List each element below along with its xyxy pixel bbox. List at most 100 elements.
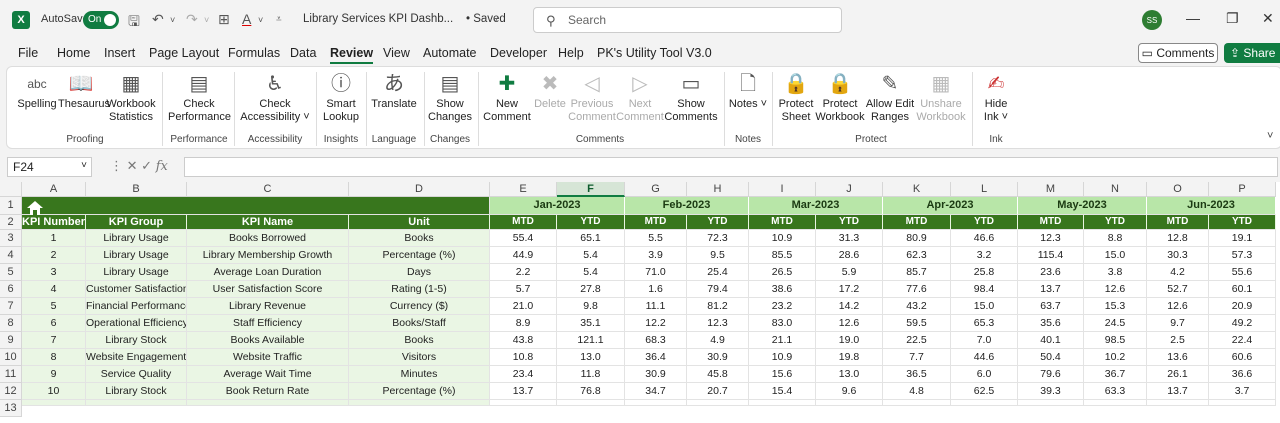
row-header-13[interactable]: 13: [0, 400, 22, 417]
table-cell[interactable]: 26.1: [1147, 366, 1209, 383]
table-cell[interactable]: 23.6: [1018, 264, 1084, 281]
share-button[interactable]: ⇪ Share: [1224, 43, 1280, 63]
column-header-h[interactable]: H: [687, 182, 749, 197]
tab-data[interactable]: Data: [290, 46, 316, 60]
table-cell[interactable]: 19.8: [816, 349, 883, 366]
table-cell[interactable]: 8.9: [490, 315, 557, 332]
tab-developer[interactable]: Developer: [490, 46, 547, 60]
table-cell[interactable]: 1: [22, 230, 86, 247]
table-cell[interactable]: 1.6: [625, 281, 687, 298]
table-cell[interactable]: Average Loan Duration: [187, 264, 349, 281]
column-header-n[interactable]: N: [1084, 182, 1147, 197]
table-cell[interactable]: 23.2: [749, 298, 816, 315]
table-cell[interactable]: 77.6: [883, 281, 951, 298]
tab-pk-utility-tool[interactable]: PK's Utility Tool V3.0: [597, 46, 712, 60]
table-cell[interactable]: 22.4: [1209, 332, 1276, 349]
collapse-ribbon-icon[interactable]: ˅: [1267, 130, 1273, 142]
insert-function-icon[interactable]: fx: [156, 159, 168, 174]
table-cell[interactable]: 36.5: [883, 366, 951, 383]
table-cell[interactable]: 4.2: [1147, 264, 1209, 281]
table-cell[interactable]: 81.2: [687, 298, 749, 315]
smart-lookup-button[interactable]: ⓘ Smart Lookup: [320, 72, 362, 124]
table-cell[interactable]: 63.3: [1084, 383, 1147, 400]
table-cell[interactable]: 76.8: [557, 383, 625, 400]
table-cell[interactable]: 65.3: [951, 315, 1018, 332]
table-cell[interactable]: Library Usage: [86, 264, 187, 281]
table-cell[interactable]: 44.9: [490, 247, 557, 264]
table-cell[interactable]: Percentage (%): [349, 247, 490, 264]
table-cell[interactable]: 3.9: [625, 247, 687, 264]
next-comment-button[interactable]: ▷ Next Comment: [616, 72, 664, 124]
table-cell[interactable]: 10.9: [749, 349, 816, 366]
table-cell[interactable]: 36.4: [625, 349, 687, 366]
undo-dropdown-icon[interactable]: ˅: [170, 15, 175, 25]
table-cell[interactable]: 59.5: [883, 315, 951, 332]
table-cell[interactable]: 39.3: [1018, 383, 1084, 400]
column-header-j[interactable]: J: [816, 182, 883, 197]
column-header-p[interactable]: P: [1209, 182, 1276, 197]
tab-insert[interactable]: Insert: [104, 46, 135, 60]
row-header-9[interactable]: 9: [0, 332, 22, 349]
table-cell[interactable]: 13.0: [816, 366, 883, 383]
table-cell[interactable]: 15.6: [749, 366, 816, 383]
table-cell[interactable]: 30.3: [1147, 247, 1209, 264]
name-box[interactable]: F24 ˅: [7, 157, 92, 177]
table-cell[interactable]: Library Stock: [86, 332, 187, 349]
protect-sheet-button[interactable]: 🔒 Protect Sheet: [776, 72, 816, 124]
table-cell[interactable]: [951, 400, 1018, 406]
table-cell[interactable]: 5.9: [816, 264, 883, 281]
table-cell[interactable]: 4.9: [687, 332, 749, 349]
table-cell[interactable]: 83.0: [749, 315, 816, 332]
table-cell[interactable]: 20.9: [1209, 298, 1276, 315]
row-header-11[interactable]: 11: [0, 366, 22, 383]
formula-input[interactable]: [184, 157, 1278, 177]
row-header-10[interactable]: 10: [0, 349, 22, 366]
table-cell[interactable]: Currency ($): [349, 298, 490, 315]
table-cell[interactable]: 5.7: [490, 281, 557, 298]
table-cell[interactable]: 13.7: [1147, 383, 1209, 400]
table-cell[interactable]: 27.8: [557, 281, 625, 298]
table-cell[interactable]: 17.2: [816, 281, 883, 298]
tab-review[interactable]: Review: [330, 46, 374, 64]
tab-home[interactable]: Home: [57, 46, 90, 60]
table-cell[interactable]: Days: [349, 264, 490, 281]
select-all-corner[interactable]: [0, 182, 22, 197]
table-cell[interactable]: 12.3: [687, 315, 749, 332]
row-header-6[interactable]: 6: [0, 281, 22, 298]
table-cell[interactable]: 21.0: [490, 298, 557, 315]
tab-view[interactable]: View: [383, 46, 410, 60]
table-cell[interactable]: [490, 400, 557, 406]
table-cell[interactable]: [86, 400, 187, 406]
table-cell[interactable]: 68.3: [625, 332, 687, 349]
tab-automate[interactable]: Automate: [423, 46, 477, 60]
protect-workbook-button[interactable]: 🔒 Protect Workbook: [814, 72, 866, 124]
table-cell[interactable]: Service Quality: [86, 366, 187, 383]
table-cell[interactable]: 85.5: [749, 247, 816, 264]
table-cell[interactable]: 85.7: [883, 264, 951, 281]
column-header-f[interactable]: F: [557, 182, 625, 197]
table-cell[interactable]: 3: [22, 264, 86, 281]
table-cell[interactable]: 5.4: [557, 247, 625, 264]
table-cell[interactable]: 49.2: [1209, 315, 1276, 332]
table-cell[interactable]: 98.5: [1084, 332, 1147, 349]
table-cell[interactable]: 12.6: [816, 315, 883, 332]
table-cell[interactable]: 26.5: [749, 264, 816, 281]
table-cell[interactable]: 121.1: [557, 332, 625, 349]
table-cell[interactable]: 13.0: [557, 349, 625, 366]
table-cell[interactable]: 62.5: [951, 383, 1018, 400]
table-cell[interactable]: 8: [22, 349, 86, 366]
table-cell[interactable]: Financial Performance: [86, 298, 187, 315]
column-header-o[interactable]: O: [1147, 182, 1209, 197]
table-cell[interactable]: 80.9: [883, 230, 951, 247]
table-cell[interactable]: [1084, 400, 1147, 406]
table-cell[interactable]: 3.7: [1209, 383, 1276, 400]
table-cell[interactable]: 5.4: [557, 264, 625, 281]
table-cell[interactable]: Visitors: [349, 349, 490, 366]
table-cell[interactable]: 52.7: [1147, 281, 1209, 298]
table-cell[interactable]: Operational Efficiency: [86, 315, 187, 332]
table-cell[interactable]: 7: [22, 332, 86, 349]
table-cell[interactable]: [687, 400, 749, 406]
table-cell[interactable]: [816, 400, 883, 406]
table-cell[interactable]: Staff Efficiency: [187, 315, 349, 332]
table-cell[interactable]: 31.3: [816, 230, 883, 247]
